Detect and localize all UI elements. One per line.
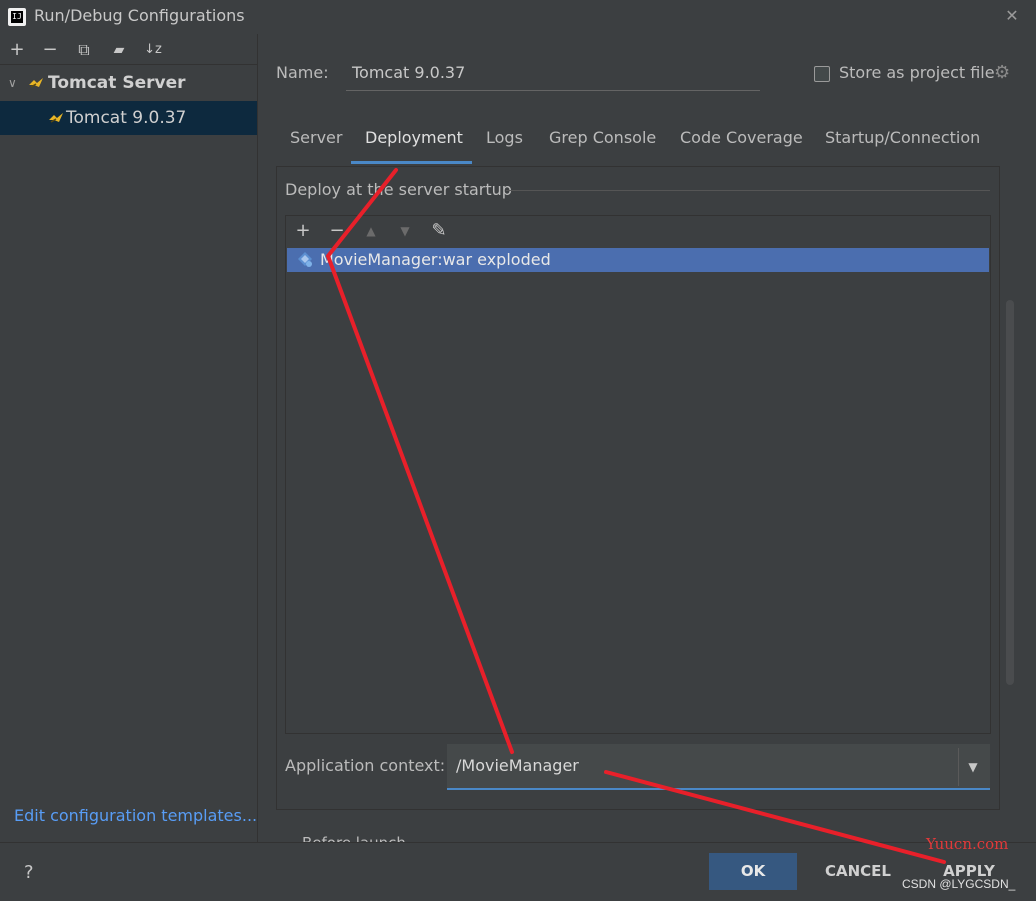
edit-configuration-templates-link[interactable]: Edit configuration templates... xyxy=(14,806,257,825)
tomcat-icon xyxy=(29,78,43,88)
sort-configurations-icon[interactable]: ↓z xyxy=(141,38,165,62)
tree-item-label: Tomcat 9.0.37 xyxy=(66,108,187,128)
tab-logs[interactable]: Logs xyxy=(486,128,523,164)
gear-icon[interactable]: ⚙ xyxy=(994,64,1012,82)
tab-grep-console[interactable]: Grep Console xyxy=(549,128,656,164)
remove-configuration-button[interactable]: − xyxy=(38,38,62,62)
site-watermark: Yuucn.com xyxy=(926,835,1009,853)
tree-item-tomcat-server[interactable]: ∨ Tomcat Server xyxy=(0,66,257,100)
new-folder-icon[interactable]: ▰ xyxy=(107,38,131,62)
name-input[interactable]: Tomcat 9.0.37 xyxy=(346,56,760,91)
store-as-project-file-checkbox[interactable] xyxy=(814,66,830,82)
add-configuration-button[interactable]: + xyxy=(5,38,29,62)
application-context-value: /MovieManager xyxy=(456,756,579,775)
author-watermark: CSDN @LYGCSDN_ xyxy=(902,877,1016,891)
tab-deployment[interactable]: Deployment xyxy=(365,128,463,164)
name-label: Name: xyxy=(276,63,329,82)
tree-group-label: Tomcat Server xyxy=(48,73,186,93)
active-tab-indicator xyxy=(351,161,472,164)
close-button[interactable]: ✕ xyxy=(1000,4,1024,28)
chevron-down-icon[interactable]: ∨ xyxy=(8,66,18,100)
help-button[interactable]: ? xyxy=(24,862,34,883)
move-down-icon[interactable]: ▼ xyxy=(393,219,417,243)
tab-code-coverage[interactable]: Code Coverage xyxy=(680,128,803,164)
intellij-logo-icon: IJ xyxy=(8,8,26,26)
artifact-label: MovieManager:war exploded xyxy=(320,250,551,269)
artifact-list[interactable] xyxy=(285,215,991,734)
tomcat-icon xyxy=(49,113,63,123)
chevron-down-icon[interactable]: ▼ xyxy=(958,748,987,786)
move-up-icon[interactable]: ▲ xyxy=(359,219,383,243)
title-bar: IJ Run/Debug Configurations ✕ xyxy=(0,0,1036,34)
footer-divider xyxy=(0,842,1036,843)
tab-startup-connection[interactable]: Startup/Connection xyxy=(825,128,980,164)
tree-item-tomcat-instance[interactable]: Tomcat 9.0.37 xyxy=(0,101,257,135)
name-value: Tomcat 9.0.37 xyxy=(352,63,466,82)
edit-artifact-icon[interactable]: ✎ xyxy=(427,219,451,243)
war-exploded-artifact-icon xyxy=(298,252,312,267)
vertical-scrollbar[interactable] xyxy=(1006,300,1014,685)
store-as-project-file-label[interactable]: Store as project file xyxy=(839,63,995,82)
cancel-button[interactable]: CANCEL xyxy=(818,853,898,890)
tab-server[interactable]: Server xyxy=(290,128,342,164)
remove-artifact-button[interactable]: − xyxy=(325,219,349,243)
section-divider xyxy=(506,190,990,191)
copy-configuration-icon[interactable]: ⧉ xyxy=(72,38,96,62)
ok-button[interactable]: OK xyxy=(709,853,797,890)
add-artifact-button[interactable]: + xyxy=(291,219,315,243)
deploy-section-heading: Deploy at the server startup xyxy=(285,180,512,199)
toolbar-divider xyxy=(0,64,257,65)
configuration-tree-pane: + − ⧉ ▰ ↓z xyxy=(0,34,258,842)
window-title: Run/Debug Configurations xyxy=(34,6,245,25)
application-context-label: Application context: xyxy=(285,756,446,775)
